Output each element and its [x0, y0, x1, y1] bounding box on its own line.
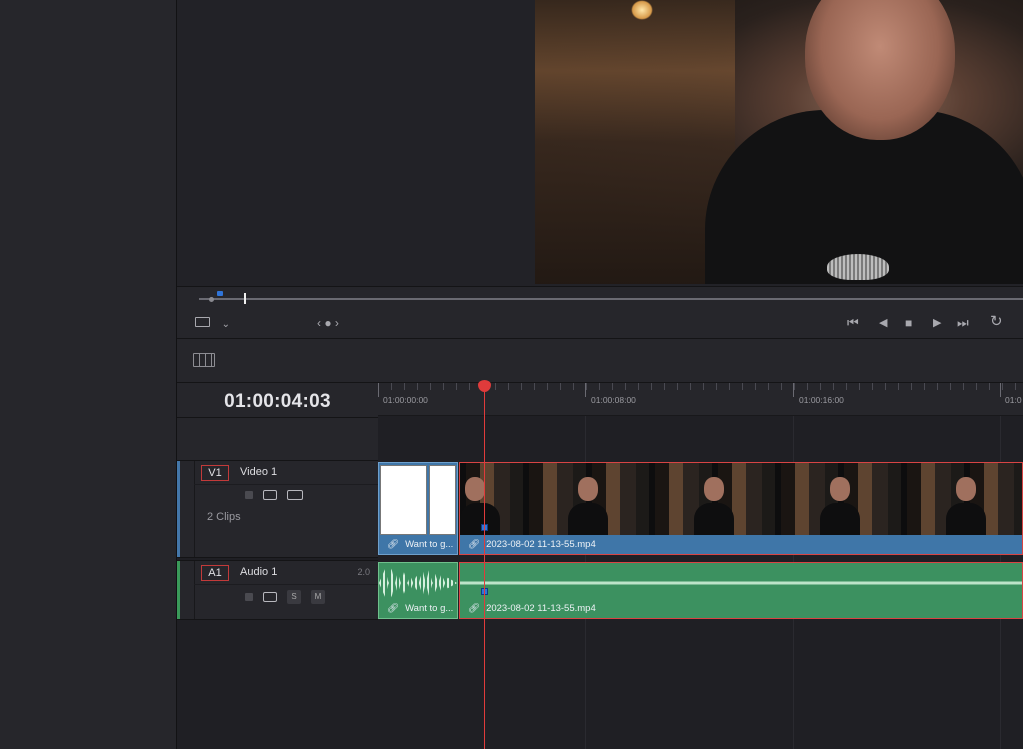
track-color-stripe — [177, 461, 180, 557]
track-badge-a1[interactable]: A1 — [201, 565, 229, 581]
stop-icon[interactable]: ■ — [905, 316, 912, 330]
link-icon: 🔗︎ — [387, 603, 400, 614]
clip-thumbnail — [380, 465, 427, 535]
thumb-face — [578, 477, 598, 501]
scrubber-track[interactable] — [199, 298, 1023, 300]
link-icon: 🔗︎ — [468, 539, 481, 550]
track-color-stripe — [177, 561, 180, 619]
ruler-label: 01:0 — [1005, 395, 1022, 405]
track-controls: S M — [245, 590, 325, 604]
media-pool-panel — [0, 0, 177, 749]
divider — [194, 484, 378, 485]
thumb-body — [460, 503, 500, 535]
auto-select-icon[interactable] — [263, 490, 277, 500]
lock-icon[interactable] — [245, 593, 253, 601]
track-badge-v1[interactable]: V1 — [201, 465, 229, 481]
scrubber-start-dot — [209, 297, 214, 302]
scrubber-playhead[interactable] — [244, 293, 246, 304]
chevron-down-icon: ⌄ — [221, 319, 231, 330]
loop-icon[interactable]: ↻ — [990, 314, 1003, 329]
thumb-face — [830, 477, 850, 501]
thumb-body — [568, 503, 608, 535]
clip-thumbnails — [460, 463, 1022, 535]
mute-button[interactable]: M — [311, 590, 325, 604]
channel-format: 2.0 — [357, 567, 370, 577]
audio-clip-main[interactable]: 🔗︎ 2023-08-02 11-13-55.mp4 — [459, 562, 1023, 619]
video-preview — [535, 0, 1023, 284]
play-icon[interactable]: ▶ — [933, 316, 941, 330]
audio-waveform — [460, 565, 1022, 601]
ruler-label: 01:00:16:00 — [799, 395, 844, 405]
clip-nav[interactable]: ‹ ● › — [317, 316, 339, 330]
frame-icon — [195, 317, 210, 327]
track-name[interactable]: Video 1 — [240, 466, 277, 478]
thumb-body — [820, 503, 860, 535]
viewer-controls: ⌄ ‹ ● › ⏮ ◀ ■ ▶ ⏭ ↻ — [177, 286, 1023, 338]
audio-waveform — [379, 568, 457, 598]
divider — [194, 561, 195, 619]
lamp-light — [631, 0, 653, 20]
link-icon: 🔗︎ — [468, 603, 481, 614]
clip-label: 🔗︎ 2023-08-02 11-13-55.mp4 — [460, 600, 1022, 618]
ruler-label: 01:00:08:00 — [591, 395, 636, 405]
track-controls — [245, 490, 303, 500]
clip-label: 🔗︎ Want to g... — [379, 600, 457, 618]
timeline-playhead[interactable] — [484, 386, 485, 749]
viewer — [177, 0, 1023, 286]
timecode-display[interactable]: 01:00:04:03 — [177, 391, 378, 413]
link-icon: 🔗︎ — [387, 539, 400, 550]
play-reverse-icon[interactable]: ◀ — [879, 316, 887, 330]
timeline-ruler[interactable]: 01:00:00:00 01:00:08:00 01:00:16:00 01:0 — [378, 382, 1023, 416]
clip-label: 🔗︎ Want to g... — [379, 536, 457, 554]
jump-end-icon[interactable]: ⏭ — [957, 316, 969, 330]
ruler-major-tick — [585, 383, 586, 397]
thumb-face — [465, 477, 485, 501]
scrubber-marker[interactable] — [217, 291, 223, 296]
timecode-panel: 01:00:04:03 — [177, 382, 378, 460]
auto-select-icon[interactable] — [263, 592, 277, 602]
thumb-body — [946, 503, 986, 535]
divider — [194, 584, 378, 585]
thumb-face — [704, 477, 724, 501]
film-icon[interactable] — [287, 490, 303, 500]
track-header-video-1[interactable]: V1 Video 1 2 Clips — [177, 460, 378, 558]
ruler-label: 01:00:00:00 — [383, 395, 428, 405]
solo-button[interactable]: S — [287, 590, 301, 604]
clip-label: 🔗︎ 2023-08-02 11-13-55.mp4 — [460, 536, 1022, 554]
audio-clip-short[interactable]: 🔗︎ Want to g... — [378, 562, 458, 619]
divider — [194, 461, 195, 557]
clip-thumbnail — [429, 465, 456, 535]
track-name[interactable]: Audio 1 — [240, 566, 277, 578]
viewer-mode-button[interactable]: ⌄ — [195, 316, 230, 332]
thumb-face — [956, 477, 976, 501]
jump-start-icon[interactable]: ⏮ — [847, 316, 859, 330]
thumb-body — [694, 503, 734, 535]
ruler-major-tick — [378, 383, 379, 397]
clips-count: 2 Clips — [207, 511, 241, 523]
timeline-toolbar — [177, 338, 1023, 382]
microphone — [827, 254, 889, 280]
track-header-audio-1[interactable]: A1 Audio 1 2.0 S M — [177, 560, 378, 620]
ruler-major-tick — [1000, 383, 1001, 397]
divider — [177, 417, 378, 418]
video-clip-short[interactable]: 🔗︎ Want to g... — [378, 462, 458, 555]
ruler-major-tick — [793, 383, 794, 397]
lock-icon[interactable] — [245, 491, 253, 499]
video-clip-main[interactable]: 🔗︎ 2023-08-02 11-13-55.mp4 — [459, 462, 1023, 555]
timeline-view-icon[interactable] — [193, 353, 215, 367]
